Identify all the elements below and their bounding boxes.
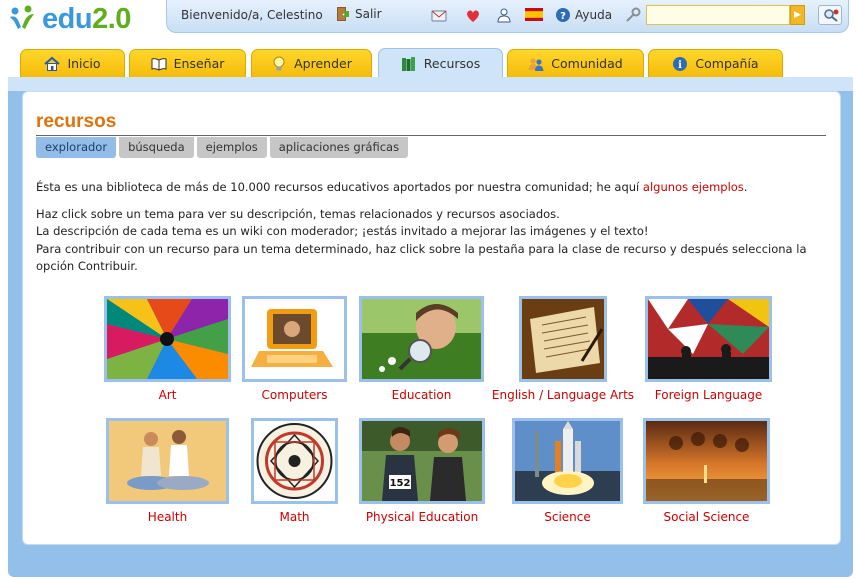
resource-label[interactable]: Art <box>104 388 231 402</box>
resource-label[interactable]: Math <box>251 510 338 524</box>
art-thumbnail[interactable] <box>104 296 231 382</box>
title-divider <box>36 135 826 136</box>
tab-comunidad[interactable]: Comunidad <box>507 49 644 77</box>
math-thumbnail[interactable] <box>251 418 338 504</box>
resource-math[interactable]: Math <box>251 418 338 524</box>
edu20-logo[interactable]: edu2.0 <box>8 2 131 36</box>
resource-english-language-arts[interactable]: English / Language Arts <box>489 296 637 402</box>
user-icon[interactable] <box>496 7 512 23</box>
advanced-search-button[interactable] <box>818 5 842 25</box>
foreign-language-thumbnail[interactable] <box>645 296 772 382</box>
resource-computers[interactable]: Computers <box>242 296 347 402</box>
welcome-text: Bienvenido/a, Celestino <box>181 8 323 22</box>
lightbulb-icon <box>273 56 285 70</box>
logout-label: Salir <box>355 7 382 21</box>
tab-aprender[interactable]: Aprender <box>251 49 372 77</box>
help-icon: ? <box>556 8 570 22</box>
subtab-explorador[interactable]: explorador <box>36 137 117 158</box>
help-label: Ayuda <box>575 8 613 22</box>
tab-label: Comunidad <box>551 56 623 71</box>
tab-label: Inicio <box>67 56 101 71</box>
info-icon: i <box>673 56 688 71</box>
resource-science[interactable]: Science <box>512 418 623 524</box>
resource-label[interactable]: Physical Education <box>359 510 485 524</box>
resource-education[interactable]: Education <box>359 296 484 402</box>
resource-foreign-language[interactable]: Foreign Language <box>645 296 772 402</box>
health-thumbnail[interactable] <box>106 418 229 504</box>
advanced-search-icon <box>824 9 839 22</box>
race-bib-number: 152 <box>390 478 411 489</box>
physical-education-thumbnail[interactable]: 152 <box>359 418 485 504</box>
content-frame: recursos explorador búsqueda ejemplos ap… <box>8 77 853 577</box>
examples-link[interactable]: algunos ejemplos <box>643 180 744 194</box>
key-icon <box>626 7 641 22</box>
resource-physical-education[interactable]: 152 Physical Education <box>359 418 485 524</box>
book-icon <box>151 57 167 71</box>
logo-text: edu2.0 <box>42 2 131 35</box>
resource-art[interactable]: Art <box>104 296 231 402</box>
help-link[interactable]: ? Ayuda <box>555 7 612 23</box>
heart-icon[interactable] <box>465 8 481 24</box>
resources-panel: recursos explorador búsqueda ejemplos ap… <box>22 91 841 545</box>
computers-thumbnail[interactable] <box>242 296 347 382</box>
intro-paragraph-1: Ésta es una biblioteca de más de 10.000 … <box>36 180 748 194</box>
home-icon <box>44 56 61 71</box>
logout-link[interactable]: Salir <box>334 6 382 22</box>
tab-ensenar[interactable]: Enseñar <box>129 49 246 77</box>
mail-icon[interactable] <box>431 8 447 24</box>
subtab-ejemplos[interactable]: ejemplos <box>196 137 267 158</box>
resource-label[interactable]: Science <box>512 510 623 524</box>
subtab-busqueda[interactable]: búsqueda <box>119 137 194 158</box>
resource-label[interactable]: Social Science <box>643 510 770 524</box>
subtab-aplicaciones-graficas[interactable]: aplicaciones gráficas <box>269 137 409 158</box>
resource-label[interactable]: Computers <box>242 388 347 402</box>
resource-label[interactable]: Foreign Language <box>645 388 772 402</box>
english-thumbnail[interactable] <box>519 296 607 382</box>
resource-label[interactable]: English / Language Arts <box>489 388 637 402</box>
spain-flag-icon[interactable] <box>525 8 543 21</box>
search-input[interactable] <box>646 5 790 25</box>
tab-label: Recursos <box>423 56 481 71</box>
people-icon <box>528 57 544 71</box>
resource-social-science[interactable]: Social Science <box>643 418 770 524</box>
resource-label[interactable]: Education <box>359 388 484 402</box>
tab-compania[interactable]: i Compañía <box>648 49 783 77</box>
page-title: recursos <box>36 111 117 132</box>
user-bar: Bienvenido/a, Celestino Salir ? Ayuda ▶ <box>166 0 849 33</box>
science-thumbnail[interactable] <box>512 418 623 504</box>
social-science-thumbnail[interactable] <box>643 418 770 504</box>
books-icon <box>401 56 415 71</box>
svg-text:?: ? <box>560 11 566 22</box>
resource-subtabs: explorador búsqueda ejemplos aplicacione… <box>36 137 409 158</box>
resource-health[interactable]: Health <box>106 418 229 524</box>
resource-label[interactable]: Health <box>106 510 229 524</box>
tab-inicio[interactable]: Inicio <box>20 49 125 77</box>
logout-door-icon <box>337 7 349 21</box>
education-thumbnail[interactable] <box>359 296 484 382</box>
intro-text: Ésta es una biblioteca de más de 10.000 … <box>36 179 826 285</box>
tab-recursos[interactable]: Recursos <box>378 48 503 78</box>
logo-people-icon <box>10 5 34 29</box>
tab-label: Enseñar <box>173 56 225 71</box>
svg-text:i: i <box>678 60 682 71</box>
tab-label: Aprender <box>294 56 352 71</box>
search-go-button[interactable]: ▶ <box>790 5 805 25</box>
tab-label: Compañía <box>695 56 759 71</box>
intro-paragraph-2: Haz click sobre un tema para ver su desc… <box>36 206 807 274</box>
